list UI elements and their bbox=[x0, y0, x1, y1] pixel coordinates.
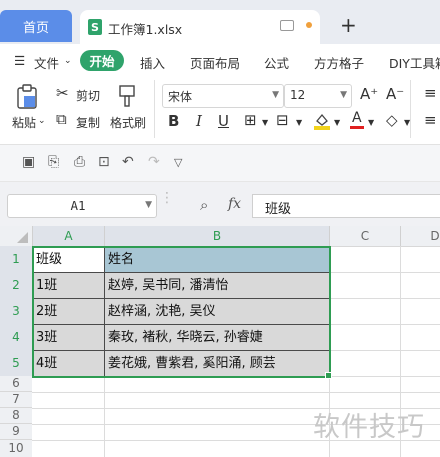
font-color-glyph: A bbox=[352, 110, 362, 126]
undo-icon[interactable]: ↶ bbox=[122, 154, 134, 170]
column-header-bar: A B C D bbox=[0, 226, 440, 247]
redo-icon[interactable]: ↷ bbox=[148, 154, 160, 170]
fill-handle[interactable] bbox=[325, 372, 332, 379]
row-header-4[interactable]: 4 bbox=[0, 324, 32, 351]
grid-line bbox=[32, 392, 440, 393]
copy-button[interactable]: 复制 bbox=[76, 114, 100, 131]
font-name-value: 宋体 bbox=[168, 90, 193, 104]
formula-value: 班级 bbox=[265, 202, 292, 217]
column-header-b[interactable]: B bbox=[105, 226, 329, 246]
font-color-icon[interactable]: A bbox=[350, 110, 364, 130]
font-grow-button[interactable]: A⁺ bbox=[360, 85, 378, 103]
align-icon[interactable]: ≡ bbox=[424, 84, 437, 102]
row-header-5[interactable]: 5 bbox=[0, 350, 32, 377]
row-header-7[interactable]: 7 bbox=[0, 392, 32, 408]
hamburger-icon[interactable]: ☰ bbox=[14, 53, 25, 68]
row-header-6[interactable]: 6 bbox=[0, 376, 32, 392]
grid-line bbox=[329, 350, 440, 351]
menu-insert[interactable]: 插入 bbox=[140, 53, 165, 72]
column-header-c[interactable]: C bbox=[330, 229, 400, 243]
eraser-icon[interactable]: ◇ bbox=[386, 111, 398, 129]
spreadsheet-icon: S bbox=[88, 19, 102, 35]
name-box[interactable]: A1 ▼ bbox=[7, 194, 157, 218]
menu-diy-toolbox[interactable]: DIY工具箱 bbox=[389, 53, 440, 72]
print-preview-icon[interactable]: ⊡ bbox=[98, 154, 110, 170]
header-divider bbox=[32, 226, 33, 246]
header-divider bbox=[400, 226, 401, 246]
row-header-2[interactable]: 2 bbox=[0, 272, 32, 299]
tab-workbook[interactable]: S 工作簿1.xlsx bbox=[80, 10, 320, 44]
grid-line bbox=[329, 298, 440, 299]
menu-start[interactable]: 开始 bbox=[80, 50, 124, 71]
grid-line bbox=[329, 324, 440, 325]
scissors-icon[interactable]: ✂ bbox=[56, 84, 69, 102]
grid-line bbox=[329, 272, 440, 273]
paintbrush-icon[interactable] bbox=[118, 84, 136, 108]
copy-icon[interactable]: ⧉ bbox=[56, 110, 67, 128]
chevron-down-icon: ▼ bbox=[340, 90, 347, 100]
font-size-value: 12 bbox=[290, 88, 306, 102]
menu-bar: ☰ 文件 ⌄ 开始 插入 页面布局 公式 方方格子 DIY工具箱 bbox=[0, 46, 440, 76]
chevron-down-icon[interactable]: ⌄ bbox=[64, 56, 72, 66]
italic-button[interactable]: I bbox=[196, 112, 202, 130]
underline-button[interactable]: U bbox=[218, 112, 229, 130]
zoom-search-icon[interactable]: ⌕ bbox=[200, 196, 208, 214]
row-header-3[interactable]: 3 bbox=[0, 298, 32, 325]
fx-button[interactable]: fx bbox=[228, 196, 241, 212]
name-box-value: A1 bbox=[70, 198, 86, 213]
unsaved-dot-icon bbox=[306, 22, 312, 28]
customize-chevron-icon[interactable]: ▽ bbox=[174, 156, 182, 169]
column-header-d[interactable]: D bbox=[400, 229, 440, 243]
border-icon[interactable]: ⊞ bbox=[244, 111, 257, 129]
cut-button[interactable]: 剪切 bbox=[76, 87, 100, 104]
ribbon: 粘贴 ⌄ ✂ 剪切 ⧉ 复制 格式刷 宋体 ▼ 12 ▼ A⁺ A⁻ ≡ B I… bbox=[0, 76, 440, 145]
export-icon[interactable]: ⎘ bbox=[48, 154, 59, 170]
print-icon[interactable]: ⎙ bbox=[74, 154, 85, 170]
chevron-down-icon: ▼ bbox=[272, 90, 279, 100]
ribbon-divider bbox=[154, 80, 155, 138]
tab-workbook-label: 工作簿1.xlsx bbox=[108, 22, 183, 37]
fill-color-icon[interactable] bbox=[314, 112, 330, 130]
formula-input[interactable]: 班级 bbox=[252, 194, 440, 218]
chevron-down-icon[interactable]: ▼ bbox=[404, 118, 410, 127]
paste-button[interactable]: 粘贴 bbox=[12, 114, 36, 131]
select-all-corner[interactable] bbox=[0, 226, 32, 246]
menu-formula[interactable]: 公式 bbox=[264, 53, 289, 72]
ribbon-divider bbox=[410, 80, 411, 138]
menu-fangfang[interactable]: 方方格子 bbox=[314, 53, 364, 72]
new-tab-button[interactable]: + bbox=[340, 13, 357, 37]
watermark: 软件技巧 bbox=[313, 412, 425, 443]
header-divider bbox=[104, 226, 105, 246]
align-icon[interactable]: ≡ bbox=[424, 111, 437, 129]
column-header-a[interactable]: A bbox=[33, 226, 104, 246]
clipboard-icon[interactable] bbox=[16, 84, 38, 110]
chevron-down-icon[interactable]: ▼ bbox=[368, 118, 374, 127]
format-painter-button[interactable]: 格式刷 bbox=[110, 114, 146, 131]
drag-handle-icon[interactable]: ⋮ bbox=[160, 190, 174, 206]
row-header-1[interactable]: 1 bbox=[0, 246, 32, 273]
chevron-down-icon[interactable]: ▼ bbox=[262, 118, 268, 127]
font-shrink-button[interactable]: A⁻ bbox=[386, 85, 404, 103]
save-icon[interactable]: ▣ bbox=[22, 154, 35, 170]
header-divider bbox=[329, 226, 330, 246]
tab-home[interactable]: 首页 bbox=[0, 10, 72, 42]
chevron-down-icon[interactable]: ▼ bbox=[334, 118, 340, 127]
selection-outline bbox=[32, 246, 331, 378]
font-size-select[interactable]: 12 ▼ bbox=[284, 84, 352, 108]
font-name-select[interactable]: 宋体 ▼ bbox=[162, 84, 284, 108]
row-header-8[interactable]: 8 bbox=[0, 408, 32, 424]
chevron-down-icon[interactable]: ▼ bbox=[145, 200, 152, 210]
menu-page-layout[interactable]: 页面布局 bbox=[190, 53, 240, 72]
row-header-9[interactable]: 9 bbox=[0, 424, 32, 440]
merge-cells-icon[interactable]: ⊟ bbox=[276, 111, 289, 129]
chevron-down-icon[interactable]: ⌄ bbox=[38, 116, 46, 126]
quick-access-bar: ▣ ⎘ ⎙ ⊡ ↶ ↷ ▽ bbox=[0, 145, 440, 182]
row-header-10[interactable]: 10 bbox=[0, 440, 32, 457]
bold-button[interactable]: B bbox=[168, 112, 179, 130]
monitor-icon[interactable] bbox=[280, 20, 294, 31]
grid-line bbox=[104, 376, 105, 457]
chevron-down-icon[interactable]: ▼ bbox=[296, 118, 302, 127]
menu-file[interactable]: 文件 bbox=[34, 53, 59, 72]
